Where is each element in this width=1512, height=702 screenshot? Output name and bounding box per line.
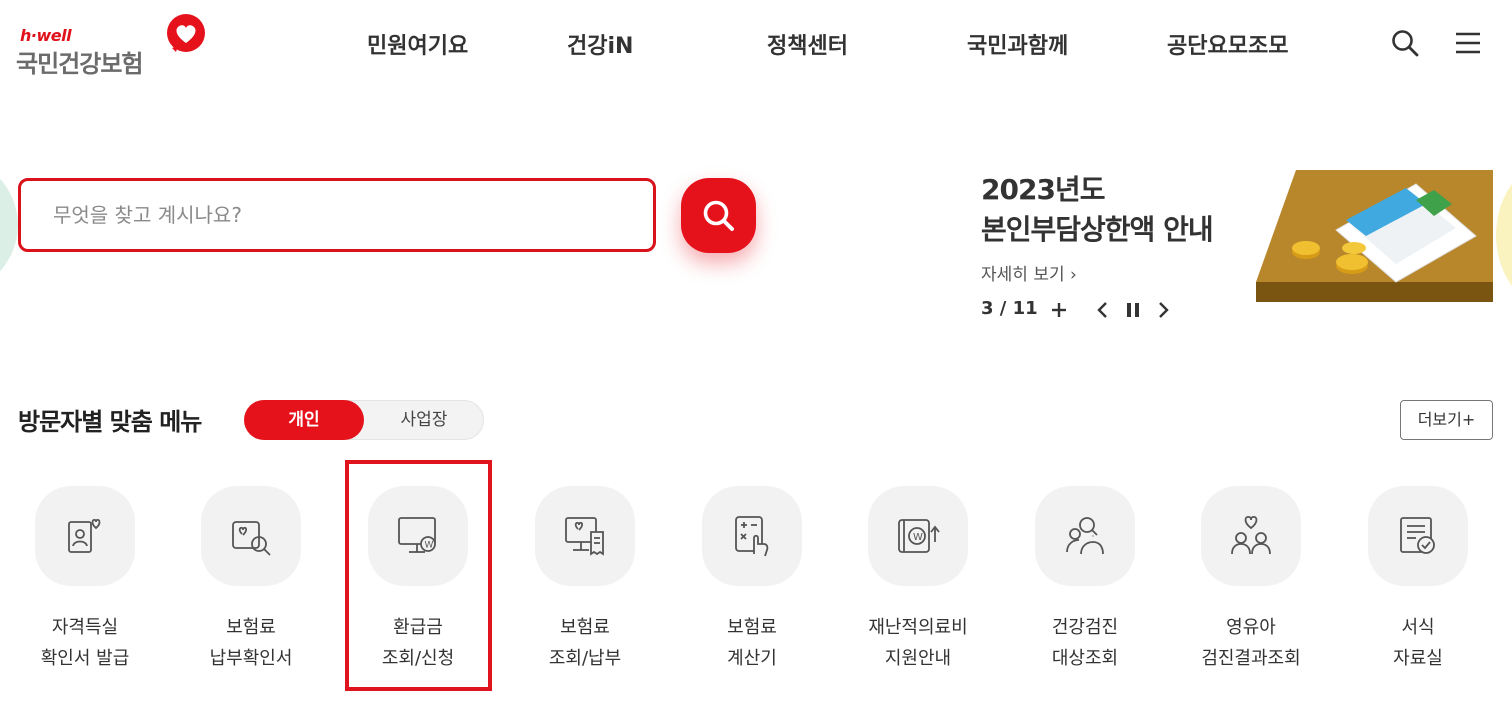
search-box bbox=[18, 178, 656, 252]
logo-subtitle: h·well bbox=[20, 26, 72, 45]
menu-item-label: 건강검진 대상조회 bbox=[1002, 612, 1168, 674]
plus-icon[interactable] bbox=[1049, 298, 1069, 322]
label-line2: 조회/납부 bbox=[548, 648, 622, 669]
family-heart-icon bbox=[1231, 516, 1271, 555]
menu-item-infant-checkup-results[interactable]: 영유아 검진결과조회 bbox=[1168, 486, 1334, 686]
menu-item-payment-certificate[interactable]: 보험료 납부확인서 bbox=[168, 486, 334, 686]
search-icon bbox=[703, 200, 734, 231]
menu-item-refund-inquiry[interactable]: W 환급금 조회/신청 bbox=[335, 486, 501, 686]
label-line2: 납부확인서 bbox=[209, 648, 293, 669]
svg-text:W: W bbox=[425, 541, 434, 551]
menu-icon-tile: W bbox=[368, 486, 468, 586]
svg-text:W: W bbox=[913, 532, 923, 543]
banner-pager: 3 / 11 bbox=[981, 298, 1038, 319]
menu-icon-tile bbox=[201, 486, 301, 586]
monitor-receipt-icon bbox=[565, 517, 604, 556]
visitor-type-toggle: 개인 사업장 bbox=[244, 400, 484, 440]
menu-item-label: 자격득실 확인서 발급 bbox=[2, 612, 168, 674]
search-button[interactable] bbox=[681, 178, 756, 253]
banner-title-line1: 2023년도 bbox=[981, 173, 1105, 206]
monitor-won-icon: W bbox=[398, 517, 436, 553]
label-line1: 보험료 bbox=[560, 617, 610, 638]
page: h·well 국민건강보험 민원여기요 건강iN 정책센터 국민과함께 공단요모… bbox=[0, 0, 1512, 702]
menu-icon-tile bbox=[535, 486, 635, 586]
menu-icon-tile bbox=[702, 486, 802, 586]
menu-icon-tile: W bbox=[868, 486, 968, 586]
label-line1: 환급금 bbox=[393, 617, 443, 638]
banner-title-line2: 본인부담상한액 안내 bbox=[981, 213, 1214, 246]
menu-item-label: 보험료 계산기 bbox=[669, 612, 835, 674]
toggle-personal[interactable]: 개인 bbox=[244, 400, 364, 440]
chevron-left-icon[interactable] bbox=[1093, 298, 1113, 322]
menu-item-eligibility-certificate[interactable]: 자격득실 확인서 발급 bbox=[2, 486, 168, 686]
nav-item-health-in[interactable]: 건강iN bbox=[567, 28, 633, 60]
label-line1: 보험료 bbox=[226, 617, 276, 638]
nav-item-civil-complaints[interactable]: 민원여기요 bbox=[367, 28, 468, 60]
menu-item-label: 보험료 조회/납부 bbox=[502, 612, 668, 674]
more-button[interactable]: 더보기+ bbox=[1400, 400, 1493, 440]
menu-item-label: 서식 자료실 bbox=[1335, 612, 1501, 674]
label-line2: 계산기 bbox=[727, 648, 777, 669]
people-search-icon bbox=[1066, 517, 1104, 555]
menu-item-label: 영유아 검진결과조회 bbox=[1168, 612, 1334, 674]
menu-item-catastrophic-medical-support[interactable]: W 재난적의료비 지원안내 bbox=[835, 486, 1001, 686]
calculator-coins-illustration[interactable] bbox=[1256, 170, 1493, 302]
document-search-icon bbox=[232, 521, 271, 556]
menu-icon-tile bbox=[1201, 486, 1301, 586]
menu-item-label: 환급금 조회/신청 bbox=[335, 612, 501, 674]
decorative-circle-left bbox=[0, 150, 18, 300]
wallet-won-icon: W bbox=[898, 519, 940, 553]
banner-more-link[interactable]: 자세히 보기 › bbox=[981, 260, 1077, 285]
banner-title: 2023년도 본인부담상한액 안내 bbox=[981, 170, 1214, 250]
search-icon[interactable] bbox=[1390, 28, 1420, 58]
menu-item-premium-calculator[interactable]: 보험료 계산기 bbox=[669, 486, 835, 686]
label-line1: 재난적의료비 bbox=[868, 617, 968, 638]
menu-item-forms-library[interactable]: 서식 자료실 bbox=[1335, 486, 1501, 686]
hamburger-menu-icon[interactable] bbox=[1453, 28, 1483, 58]
nav-item-about-nhis[interactable]: 공단요모조모 bbox=[1167, 28, 1288, 60]
search-input[interactable] bbox=[53, 197, 613, 233]
menu-item-label: 재난적의료비 지원안내 bbox=[835, 612, 1001, 674]
chevron-right-icon[interactable] bbox=[1153, 298, 1173, 322]
label-line2: 조회/신청 bbox=[381, 648, 455, 669]
label-line1: 건강검진 bbox=[1051, 617, 1119, 638]
calculator-hand-icon bbox=[735, 516, 769, 557]
label-line2: 확인서 발급 bbox=[40, 648, 130, 669]
pause-icon[interactable] bbox=[1123, 298, 1143, 322]
decorative-circle-right bbox=[1496, 160, 1512, 310]
menu-item-health-checkup-target[interactable]: 건강검진 대상조회 bbox=[1002, 486, 1168, 686]
label-line2: 자료실 bbox=[1393, 648, 1443, 669]
label-line1: 보험료 bbox=[727, 617, 777, 638]
section-title: 방문자별 맞춤 메뉴 bbox=[18, 408, 202, 436]
label-line2: 검진결과조회 bbox=[1201, 648, 1301, 669]
menu-icon-tile bbox=[35, 486, 135, 586]
logo-title: 국민건강보험 bbox=[16, 50, 143, 78]
nav-item-with-citizens[interactable]: 국민과함께 bbox=[967, 28, 1068, 60]
label-line1: 자격득실 bbox=[51, 617, 119, 638]
label-line1: 영유아 bbox=[1226, 617, 1276, 638]
nav-item-policy-center[interactable]: 정책센터 bbox=[767, 28, 848, 60]
menu-icon-tile bbox=[1368, 486, 1468, 586]
menu-item-premium-payment[interactable]: 보험료 조회/납부 bbox=[502, 486, 668, 686]
menu-icon-tile bbox=[1035, 486, 1135, 586]
form-check-icon bbox=[1400, 517, 1435, 554]
label-line1: 서식 bbox=[1401, 617, 1435, 638]
menu-item-label: 보험료 납부확인서 bbox=[168, 612, 334, 674]
label-line2: 지원안내 bbox=[884, 648, 952, 669]
site-logo[interactable]: h·well 국민건강보험 bbox=[16, 12, 205, 78]
label-line2: 대상조회 bbox=[1051, 648, 1119, 669]
id-card-heart-icon bbox=[68, 518, 101, 553]
toggle-business[interactable]: 사업장 bbox=[365, 401, 483, 439]
heart-logo-icon bbox=[167, 14, 205, 52]
